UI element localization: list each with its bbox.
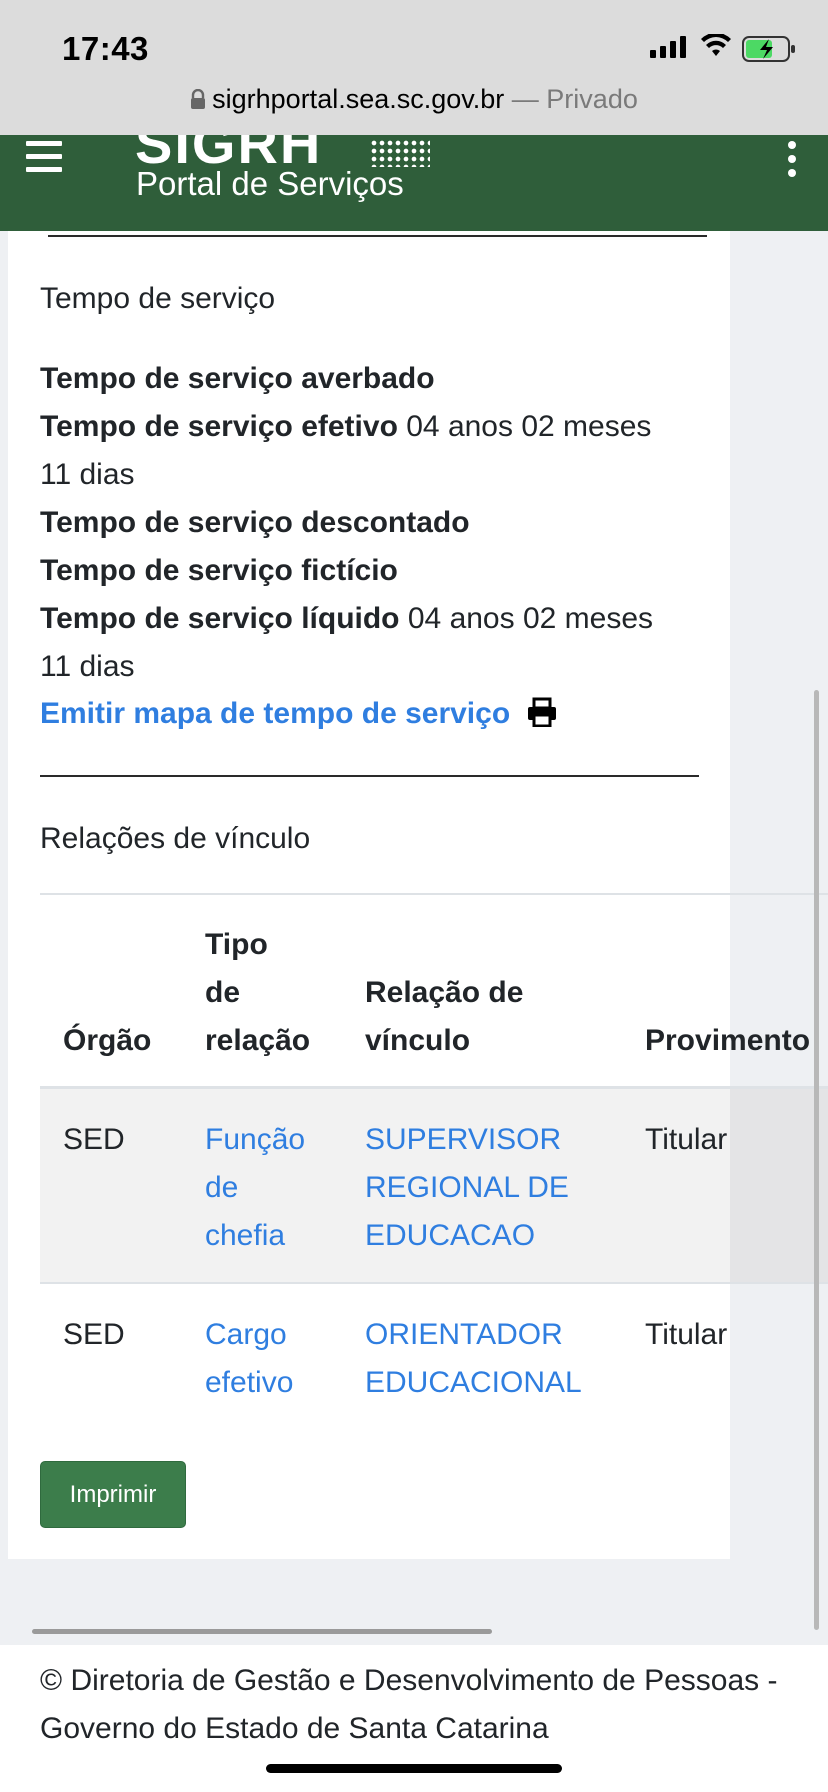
row1-tipo-link[interactable]: Função de chefia: [205, 1116, 305, 1260]
browser-status-bar: 17:43 sigrhportal.sea.sc.gov.br — Privad…: [0, 0, 828, 135]
row1-tipo-line1: Função: [205, 1123, 306, 1156]
row1-relacao-link[interactable]: SUPERVISOR REGIONAL DE EDUCACAO: [365, 1116, 569, 1260]
averbado-label: Tempo de serviço averbado: [40, 362, 435, 395]
more-options-icon[interactable]: [788, 141, 798, 183]
liquido-value: 04 anos 02 meses: [407, 602, 654, 635]
lock-icon: [191, 89, 206, 109]
efetivo-row: Tempo de serviço efetivo 04 anos 02 mese…: [40, 403, 651, 451]
col-header-relacao: Relação de vínculo: [365, 969, 523, 1065]
col-header-tipo-line3: relação: [205, 1024, 311, 1057]
row-divider: [40, 1282, 828, 1284]
section-title-vinculo: Relações de vínculo: [40, 822, 311, 855]
row2-relacao-line1: ORIENTADOR: [365, 1318, 563, 1351]
efetivo-label: Tempo de serviço efetivo: [40, 410, 398, 443]
url-text: sigrhportal.sea.sc.gov.br: [212, 84, 505, 114]
vertical-scrollbar[interactable]: [814, 690, 819, 1630]
emit-map-label: Emitir mapa de tempo de serviço: [40, 697, 511, 730]
signal-icon: [650, 36, 686, 58]
print-button[interactable]: Imprimir: [40, 1461, 186, 1528]
efetivo-value-cont: 11 dias: [40, 458, 135, 491]
row1-tipo-line3: chefia: [205, 1219, 286, 1252]
clock: 17:43: [62, 30, 149, 67]
private-mode-label: — Privado: [511, 84, 638, 114]
emit-map-link[interactable]: Emitir mapa de tempo de serviço: [40, 690, 557, 738]
app-header: SIGRH Portal de Serviços: [0, 135, 828, 231]
row2-orgao: SED: [63, 1318, 125, 1351]
row1-orgao: SED: [63, 1123, 125, 1156]
efetivo-value: 04 anos 02 meses: [406, 410, 652, 443]
divider: [48, 235, 707, 237]
home-indicator[interactable]: [266, 1764, 562, 1773]
col-header-tipo-line2: de: [205, 976, 241, 1009]
row1-relacao-line1: SUPERVISOR: [365, 1123, 562, 1156]
footer-text: © Diretoria de Gestão e Desenvolvimento …: [40, 1664, 778, 1745]
wifi-icon: [701, 34, 731, 56]
row2-tipo-line2: efetivo: [205, 1366, 294, 1399]
table-top-border: [40, 893, 828, 895]
col-header-orgao: Órgão: [63, 1024, 152, 1057]
row1-relacao-line3: EDUCACAO: [365, 1219, 536, 1252]
url-bar[interactable]: sigrhportal.sea.sc.gov.br — Privado: [0, 84, 828, 115]
row1-relacao-line2: REGIONAL DE: [365, 1171, 569, 1204]
row2-relacao-link[interactable]: ORIENTADOR EDUCACIONAL: [365, 1311, 582, 1407]
battery-charging-icon: [742, 36, 795, 62]
row2-relacao-line2: EDUCACIONAL: [365, 1366, 582, 1399]
logo-dots-icon: [370, 139, 430, 167]
printer-icon: [527, 697, 556, 727]
divider: [40, 775, 699, 777]
col-header-relacao-line2: vínculo: [365, 1024, 471, 1057]
row2-tipo-line1: Cargo: [205, 1318, 287, 1351]
liquido-value-cont: 11 dias: [40, 650, 135, 683]
col-header-tipo-line1: Tipo: [205, 928, 268, 961]
row2-tipo-link[interactable]: Cargo efetivo: [205, 1311, 293, 1407]
descontado-label: Tempo de serviço descontado: [40, 506, 470, 539]
col-header-tipo: Tipo de relação: [205, 921, 310, 1065]
portal-subtitle: Portal de Serviços: [136, 165, 404, 202]
liquido-label: Tempo de serviço líquido: [40, 602, 400, 635]
horizontal-scrollbar[interactable]: [32, 1629, 492, 1634]
menu-icon[interactable]: [26, 141, 62, 180]
row1-tipo-line2: de: [205, 1171, 239, 1204]
liquido-row: Tempo de serviço líquido 04 anos 02 mese…: [40, 595, 653, 643]
row1-provimento: Titular: [645, 1123, 728, 1156]
row2-provimento: Titular: [645, 1318, 728, 1351]
col-header-provimento: Provimento: [645, 1024, 811, 1057]
ficticio-label: Tempo de serviço fictício: [40, 554, 398, 587]
col-header-relacao-line1: Relação de: [365, 976, 524, 1009]
section-title-tempo: Tempo de serviço: [40, 282, 276, 315]
